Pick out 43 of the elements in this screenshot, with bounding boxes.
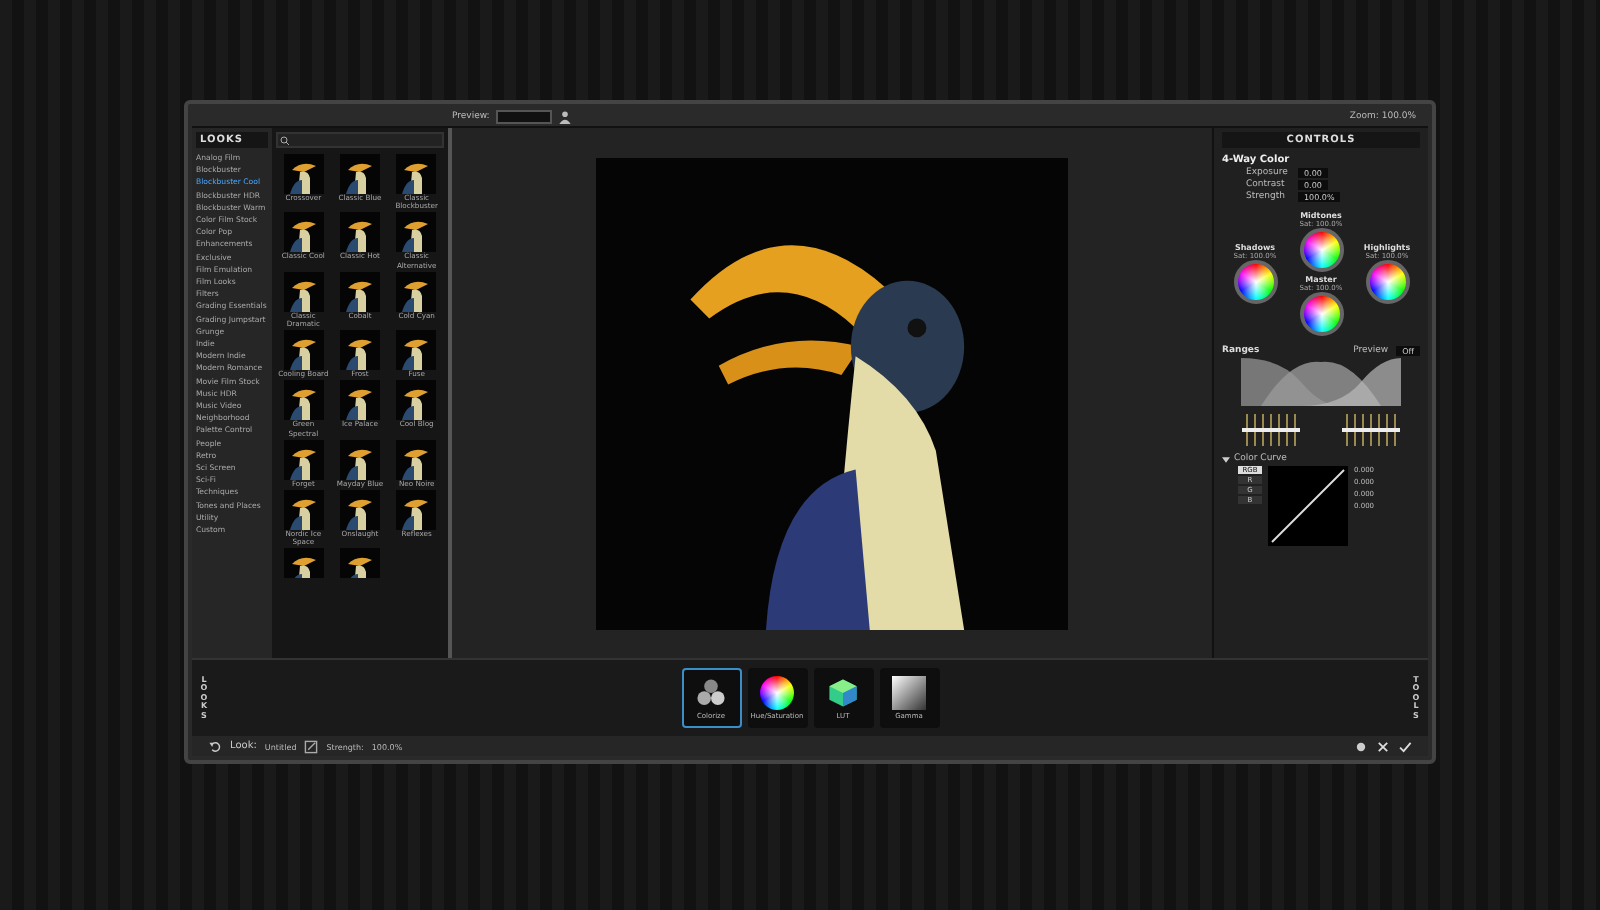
thumbnail-image[interactable] — [396, 380, 437, 421]
thumbnail-image[interactable] — [339, 548, 380, 579]
circles-icon — [694, 676, 728, 710]
thumbnail-image[interactable] — [283, 548, 324, 579]
color-wheel[interactable] — [1365, 259, 1409, 303]
color-wheel[interactable] — [1233, 259, 1277, 303]
edit-icon[interactable] — [304, 739, 319, 753]
cube-icon — [826, 676, 860, 710]
thumbnail-image[interactable] — [339, 380, 380, 421]
thumbnail-image[interactable] — [283, 330, 324, 371]
fader-handle[interactable] — [1290, 428, 1301, 432]
gradient-icon — [892, 676, 926, 710]
thumbnail-image[interactable] — [283, 490, 324, 531]
thumbnail-image[interactable] — [339, 154, 380, 194]
search-icon — [280, 135, 290, 145]
thumbnail-image[interactable] — [339, 271, 380, 312]
thumbnail-image[interactable] — [396, 330, 437, 371]
person-icon[interactable] — [557, 110, 572, 124]
thumbnail-image[interactable] — [283, 154, 324, 194]
dot-icon[interactable] — [1354, 739, 1368, 753]
thumbnail-image[interactable] — [396, 271, 437, 312]
thumbnail-image[interactable] — [339, 490, 380, 531]
search-field[interactable] — [276, 132, 444, 148]
thumbnail-image[interactable] — [339, 439, 380, 480]
color-wheel-icon — [760, 676, 794, 710]
undo-icon[interactable] — [208, 739, 222, 753]
check-icon[interactable] — [1398, 739, 1412, 753]
thumbnail-image[interactable] — [396, 490, 437, 531]
thumbnail-image[interactable] — [396, 439, 437, 480]
thumbnail-image[interactable] — [396, 154, 437, 194]
close-icon[interactable] — [1376, 739, 1390, 753]
thumbnail-image[interactable] — [339, 212, 380, 253]
thumbnail-image[interactable] — [339, 330, 380, 371]
color-wheel[interactable] — [1299, 227, 1343, 271]
thumbnail-image[interactable] — [283, 439, 324, 480]
fader-handle[interactable] — [1389, 428, 1400, 432]
expand-icon[interactable] — [1222, 455, 1230, 463]
thumbnail-image[interactable] — [283, 212, 324, 253]
color-wheel[interactable] — [1299, 291, 1343, 335]
thumbnail-image[interactable] — [283, 271, 324, 312]
thumbnail-image[interactable] — [396, 212, 437, 253]
thumbnail-image[interactable] — [283, 380, 324, 421]
curve-graph[interactable] — [1268, 466, 1348, 546]
